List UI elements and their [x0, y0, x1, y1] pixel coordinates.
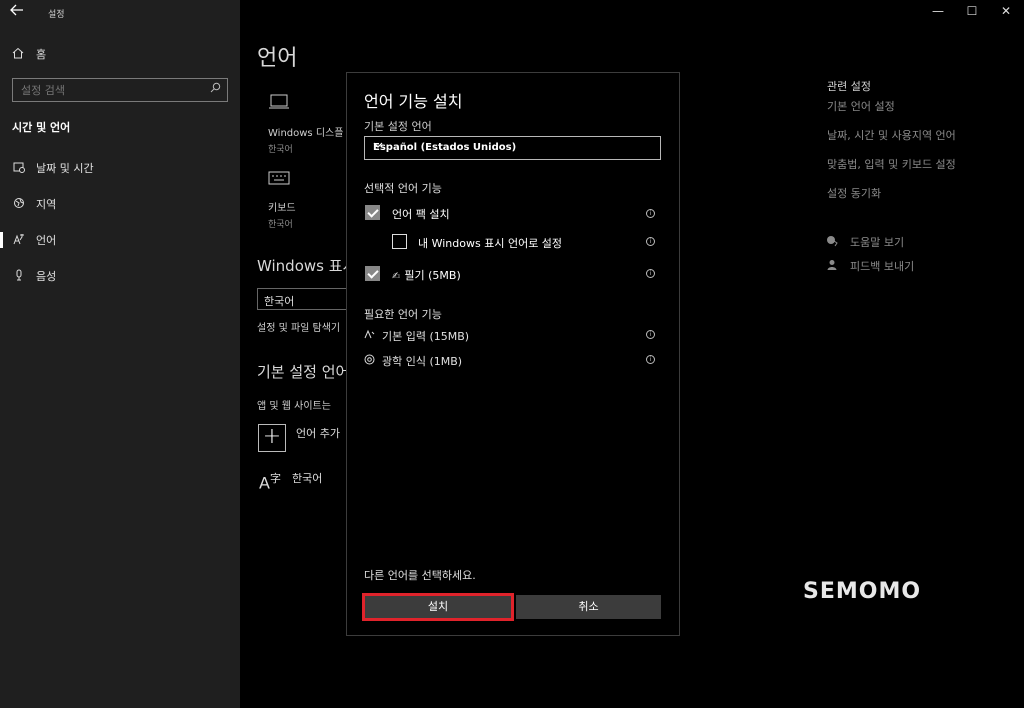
sidebar-item-label: 언어	[36, 234, 57, 247]
sidebar-item-datetime[interactable]: 날짜 및 시간	[0, 154, 240, 182]
language-pack-checkbox[interactable]	[365, 205, 380, 220]
tile-label: Windows 디스플	[268, 128, 344, 139]
sidebar-item-speech[interactable]: 음성	[0, 262, 240, 290]
required-basic-typing-label: 기본 입력 (15MB)	[382, 330, 470, 343]
optional-features-heading: 선택적 언어 기능	[364, 182, 442, 195]
tile-label: 키보드	[268, 203, 296, 214]
sidebar-item-label: 홈	[36, 48, 47, 61]
help-chat-icon	[826, 235, 840, 250]
select-another-language-text: 다른 언어를 선택하세요.	[364, 569, 476, 582]
ocr-eye-icon	[364, 354, 376, 368]
required-features-heading: 필요한 언어 기능	[364, 308, 442, 321]
close-button[interactable]: ✕	[996, 4, 1016, 18]
link-date-time-region[interactable]: 날짜, 시간 및 사용지역 언어	[827, 127, 956, 143]
add-language-button[interactable]: +	[258, 424, 286, 452]
tile-windows-display[interactable]: Windows 디스플 한국어	[268, 94, 343, 155]
install-language-features-dialog: 언어 기능 설치 기본 설정 언어 Español (Estados Unido…	[346, 72, 680, 636]
display-language-select[interactable]: 한국어	[257, 288, 357, 310]
keyboard-icon	[268, 170, 296, 189]
search-box[interactable]	[12, 78, 228, 102]
feedback-person-icon	[826, 259, 840, 274]
feedback-link[interactable]: 피드백 보내기	[826, 258, 914, 274]
link-spelling-typing-keyboard[interactable]: 맞춤법, 입력 및 키보드 설정	[827, 156, 956, 172]
globe-icon	[12, 197, 26, 212]
display-language-desc: 설정 및 파일 탐색기	[257, 323, 341, 334]
window-title: 설정	[48, 10, 65, 20]
info-icon[interactable]: i	[646, 209, 655, 218]
link-sync-settings[interactable]: 설정 동기화	[827, 185, 881, 201]
dialog-title: 언어 기능 설치	[364, 92, 463, 111]
related-settings-title: 관련 설정	[827, 80, 871, 93]
sidebar-item-language[interactable]: 언어	[0, 226, 240, 254]
calendar-clock-icon	[12, 161, 26, 176]
info-icon[interactable]: i	[646, 269, 655, 278]
set-display-language-checkbox[interactable]	[392, 234, 407, 249]
handwriting-text: 필기 (5MB)	[404, 269, 461, 282]
handwriting-label: ✍ 필기 (5MB)	[392, 267, 461, 283]
section-title: 시간 및 언어	[12, 121, 71, 134]
sidebar-item-region[interactable]: 지역	[0, 190, 240, 218]
sidebar-item-label: 음성	[36, 270, 57, 283]
required-basic-typing: 기본 입력 (15MB)	[364, 328, 469, 344]
home-icon	[12, 47, 24, 62]
maximize-button[interactable]: ☐	[962, 4, 982, 18]
preferred-language-label: 기본 설정 언어	[364, 120, 432, 133]
required-ocr-label: 광학 인식 (1MB)	[382, 355, 463, 368]
language-glyph-icon: A字	[259, 472, 281, 493]
sidebar-item-label: 지역	[36, 198, 57, 211]
sidebar: 설정 홈 시간 및 언어 날짜 및 시간 지역 언어 음성	[0, 0, 240, 708]
tile-sub: 한국어	[268, 220, 293, 230]
page-title: 언어	[257, 46, 298, 71]
language-item-korean[interactable]: 한국어	[292, 470, 322, 486]
handwriting-checkbox[interactable]	[365, 266, 380, 281]
language-pack-label: 언어 팩 설치	[392, 208, 450, 221]
sidebar-item-home[interactable]: 홈	[12, 46, 46, 62]
language-icon	[12, 233, 26, 248]
language-select[interactable]: Español (Estados Unidos)	[364, 136, 661, 160]
preferred-desc: 앱 및 웹 사이트는	[257, 401, 331, 412]
link-basic-language-settings[interactable]: 기본 언어 설정	[827, 98, 895, 114]
monitor-icon	[268, 94, 343, 114]
preferred-heading: 기본 설정 언어	[257, 363, 350, 381]
tile-sub: 한국어	[268, 145, 293, 155]
sidebar-item-label: 날짜 및 시간	[36, 162, 94, 175]
help-link[interactable]: 도움말 보기	[826, 234, 904, 250]
info-icon[interactable]: i	[646, 355, 655, 364]
keyboard-input-icon	[364, 329, 376, 343]
info-icon[interactable]: i	[646, 237, 655, 246]
tile-keyboard[interactable]: 키보드 한국어	[268, 170, 296, 230]
minimize-button[interactable]: —	[928, 4, 948, 18]
handwriting-icon: ✍	[392, 271, 401, 282]
windows-display-heading: Windows 표시	[257, 257, 357, 275]
feedback-label: 피드백 보내기	[850, 260, 915, 273]
install-button[interactable]: 설치	[362, 593, 514, 621]
chevron-down-icon	[373, 141, 654, 152]
microphone-icon	[12, 269, 26, 284]
required-ocr: 광학 인식 (1MB)	[364, 353, 462, 369]
add-language-label[interactable]: 언어 추가	[296, 425, 340, 441]
cancel-button[interactable]: 취소	[516, 595, 661, 619]
info-icon[interactable]: i	[646, 330, 655, 339]
watermark: SEMOMO	[803, 579, 922, 604]
help-label: 도움말 보기	[850, 236, 905, 249]
search-input[interactable]	[13, 79, 203, 102]
set-display-language-label: 내 Windows 표시 언어로 설정	[418, 237, 563, 250]
back-arrow-icon[interactable]	[10, 4, 30, 22]
search-icon[interactable]	[210, 82, 221, 96]
